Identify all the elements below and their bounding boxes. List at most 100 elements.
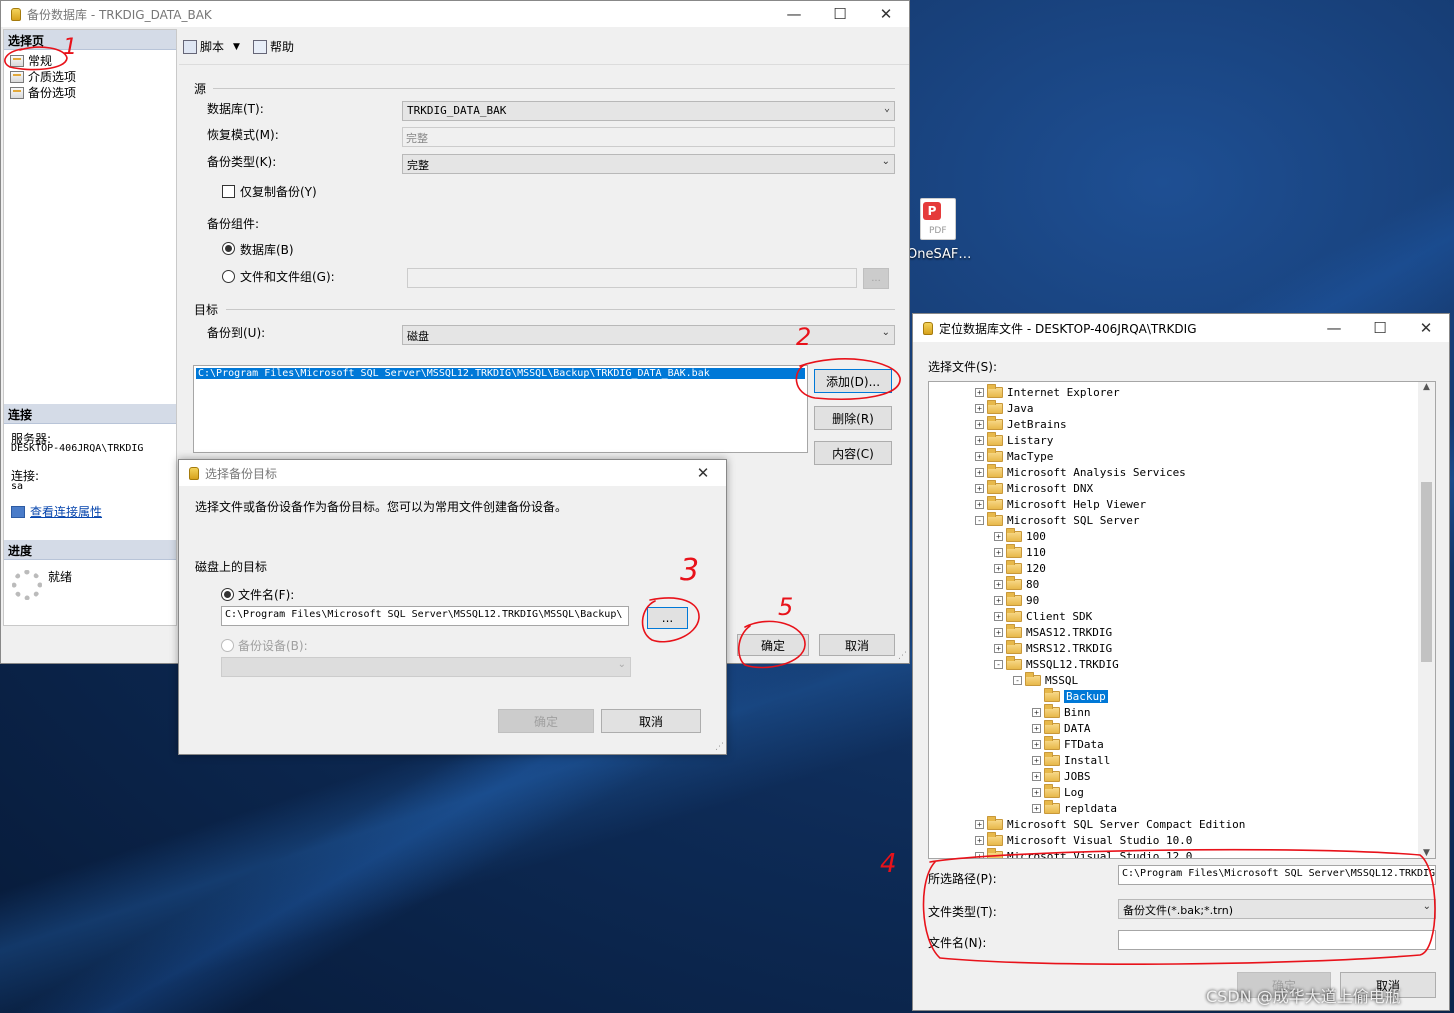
browse-file-button[interactable]: ... bbox=[647, 607, 688, 629]
expand-toggle-icon[interactable]: + bbox=[975, 483, 984, 493]
expand-toggle-icon[interactable]: + bbox=[1032, 787, 1041, 797]
expand-toggle-icon[interactable]: + bbox=[994, 643, 1003, 653]
scroll-thumb[interactable] bbox=[1421, 482, 1432, 662]
remove-destination-button[interactable]: 删除(R) bbox=[814, 406, 892, 430]
maximize-button[interactable]: ☐ bbox=[817, 1, 863, 27]
selected-path-field[interactable]: C:\Program Files\Microsoft SQL Server\MS… bbox=[1118, 865, 1436, 885]
expand-toggle-icon[interactable]: + bbox=[975, 435, 984, 445]
resize-grip-icon[interactable]: ⋰ bbox=[898, 651, 907, 661]
select-dest-cancel-button[interactable]: 取消 bbox=[601, 709, 701, 733]
expand-toggle-icon[interactable]: + bbox=[975, 499, 984, 509]
file-name-input[interactable] bbox=[1118, 930, 1436, 950]
expand-toggle-icon[interactable]: - bbox=[975, 515, 984, 525]
tree-folder-item[interactable]: + repldata bbox=[1032, 799, 1117, 816]
add-destination-button[interactable]: 添加(D)... bbox=[814, 369, 892, 393]
tree-folder-item[interactable]: + DATA bbox=[1032, 719, 1091, 736]
tree-folder-item[interactable]: + Microsoft Visual Studio 12.0 bbox=[975, 847, 1192, 858]
expand-toggle-icon[interactable]: + bbox=[994, 579, 1003, 589]
expand-toggle-icon[interactable]: - bbox=[1013, 675, 1022, 685]
desktop-pdf-shortcut[interactable]: P PDF OneSAF… bbox=[905, 195, 980, 270]
tree-folder-item[interactable]: +120 bbox=[994, 559, 1046, 576]
minimize-button[interactable]: — bbox=[1311, 314, 1357, 342]
tree-folder-item[interactable]: + Microsoft Visual Studio 10.0 bbox=[975, 831, 1192, 848]
script-button[interactable]: 脚本 ▼ bbox=[183, 38, 240, 55]
tree-folder-item[interactable]: + Log bbox=[1032, 783, 1084, 800]
tree-folder-item[interactable]: + JetBrains bbox=[975, 415, 1067, 432]
cancel-button[interactable]: 取消 bbox=[819, 634, 895, 656]
tree-folder-item[interactable]: + Microsoft Help Viewer bbox=[975, 495, 1146, 512]
expand-toggle-icon[interactable]: + bbox=[994, 611, 1003, 621]
expand-toggle-icon[interactable]: + bbox=[975, 387, 984, 397]
tree-folder-item[interactable]: - MSSQL12.TRKDIG bbox=[994, 655, 1119, 672]
backup-type-select[interactable]: 完整 ⌄ bbox=[402, 154, 895, 174]
tree-scrollbar[interactable]: ▲ ▼ bbox=[1418, 382, 1435, 858]
close-button[interactable]: ✕ bbox=[1403, 314, 1449, 342]
ok-button[interactable]: 确定 bbox=[737, 634, 809, 656]
expand-toggle-icon[interactable]: + bbox=[1032, 803, 1041, 813]
tree-folder-item[interactable]: + MSRS12.TRKDIG bbox=[994, 639, 1112, 656]
minimize-button[interactable]: — bbox=[771, 1, 817, 27]
expand-toggle-icon[interactable]: + bbox=[994, 563, 1003, 573]
scroll-up-icon[interactable]: ▲ bbox=[1418, 382, 1435, 392]
close-button[interactable]: ✕ bbox=[680, 460, 726, 486]
file-path-input[interactable]: C:\Program Files\Microsoft SQL Server\MS… bbox=[221, 606, 629, 626]
file-type-select[interactable]: 备份文件(*.bak;*.trn) ⌄ bbox=[1118, 899, 1436, 919]
tree-folder-item[interactable]: + Install bbox=[1032, 751, 1110, 768]
expand-toggle-icon[interactable]: + bbox=[1032, 707, 1041, 717]
backup-to-select[interactable]: 磁盘 ⌄ bbox=[402, 325, 895, 345]
help-button[interactable]: 帮助 bbox=[253, 38, 294, 55]
tree-folder-item[interactable]: + Java bbox=[975, 399, 1034, 416]
tree-folder-item[interactable]: - MSSQL bbox=[1013, 671, 1078, 688]
expand-toggle-icon[interactable]: + bbox=[975, 451, 984, 461]
tree-folder-item[interactable]: + FTData bbox=[1032, 735, 1104, 752]
backup-device-radio[interactable] bbox=[221, 639, 234, 652]
destination-list[interactable]: C:\Program Files\Microsoft SQL Server\MS… bbox=[193, 365, 808, 453]
file-tree[interactable]: + Internet Explorer + Java + JetBrains + Listar… bbox=[928, 381, 1436, 859]
component-files-radio[interactable] bbox=[222, 270, 235, 283]
expand-toggle-icon[interactable]: + bbox=[1032, 739, 1041, 749]
expand-toggle-icon[interactable]: + bbox=[975, 419, 984, 429]
expand-toggle-icon[interactable]: - bbox=[994, 659, 1003, 669]
tree-folder-item[interactable]: +100 bbox=[994, 527, 1046, 544]
contents-button[interactable]: 内容(C) bbox=[814, 441, 892, 465]
select-dest-ok-button[interactable]: 确定 bbox=[498, 709, 594, 733]
sidebar-item-media-options[interactable]: 介质选项 bbox=[10, 68, 76, 85]
tree-folder-item[interactable]: + Client SDK bbox=[994, 607, 1092, 624]
expand-toggle-icon[interactable]: + bbox=[1032, 771, 1041, 781]
expand-toggle-icon[interactable]: + bbox=[975, 467, 984, 477]
expand-toggle-icon[interactable]: + bbox=[975, 835, 984, 845]
backup-device-select[interactable]: ⌄ bbox=[221, 657, 631, 677]
filegroups-browse-button[interactable]: ... bbox=[863, 268, 889, 289]
tree-folder-item[interactable]: + MSAS12.TRKDIG bbox=[994, 623, 1112, 640]
expand-toggle-icon[interactable]: + bbox=[994, 627, 1003, 637]
copy-only-checkbox[interactable] bbox=[222, 185, 235, 198]
expand-toggle-icon[interactable]: + bbox=[994, 531, 1003, 541]
tree-folder-item[interactable]: + Binn bbox=[1032, 703, 1091, 720]
resize-grip-icon[interactable]: ⋰ bbox=[715, 742, 724, 752]
scroll-down-icon[interactable]: ▼ bbox=[1418, 848, 1435, 858]
expand-toggle-icon[interactable]: + bbox=[975, 819, 984, 829]
tree-folder-item[interactable]: + Microsoft Analysis Services bbox=[975, 463, 1186, 480]
expand-toggle-icon[interactable]: + bbox=[994, 595, 1003, 605]
tree-folder-item[interactable]: +80 bbox=[994, 575, 1039, 592]
tree-folder-item[interactable]: +90 bbox=[994, 591, 1039, 608]
expand-toggle-icon[interactable]: + bbox=[975, 403, 984, 413]
tree-folder-item[interactable]: + Listary bbox=[975, 431, 1053, 448]
component-database-radio[interactable] bbox=[222, 242, 235, 255]
tree-folder-item[interactable]: + Internet Explorer bbox=[975, 383, 1120, 400]
tree-folder-item[interactable]: + MacType bbox=[975, 447, 1053, 464]
tree-folder-item[interactable]: + Microsoft SQL Server Compact Edition bbox=[975, 815, 1245, 832]
view-connection-properties-link[interactable]: 查看连接属性 bbox=[11, 503, 102, 520]
tree-folder-item[interactable]: Backup bbox=[1032, 687, 1108, 704]
expand-toggle-icon[interactable]: + bbox=[994, 547, 1003, 557]
database-select[interactable]: TRKDIG_DATA_BAK ⌄ bbox=[402, 101, 895, 121]
maximize-button[interactable]: ☐ bbox=[1357, 314, 1403, 342]
expand-toggle-icon[interactable]: + bbox=[1032, 755, 1041, 765]
expand-toggle-icon[interactable]: + bbox=[975, 851, 984, 858]
tree-folder-item[interactable]: - Microsoft SQL Server bbox=[975, 511, 1139, 528]
file-name-radio[interactable] bbox=[221, 588, 234, 601]
sidebar-item-general[interactable]: 常规 bbox=[10, 52, 52, 69]
tree-folder-item[interactable]: +110 bbox=[994, 543, 1046, 560]
close-button[interactable]: ✕ bbox=[863, 1, 909, 27]
sidebar-item-backup-options[interactable]: 备份选项 bbox=[10, 84, 76, 101]
